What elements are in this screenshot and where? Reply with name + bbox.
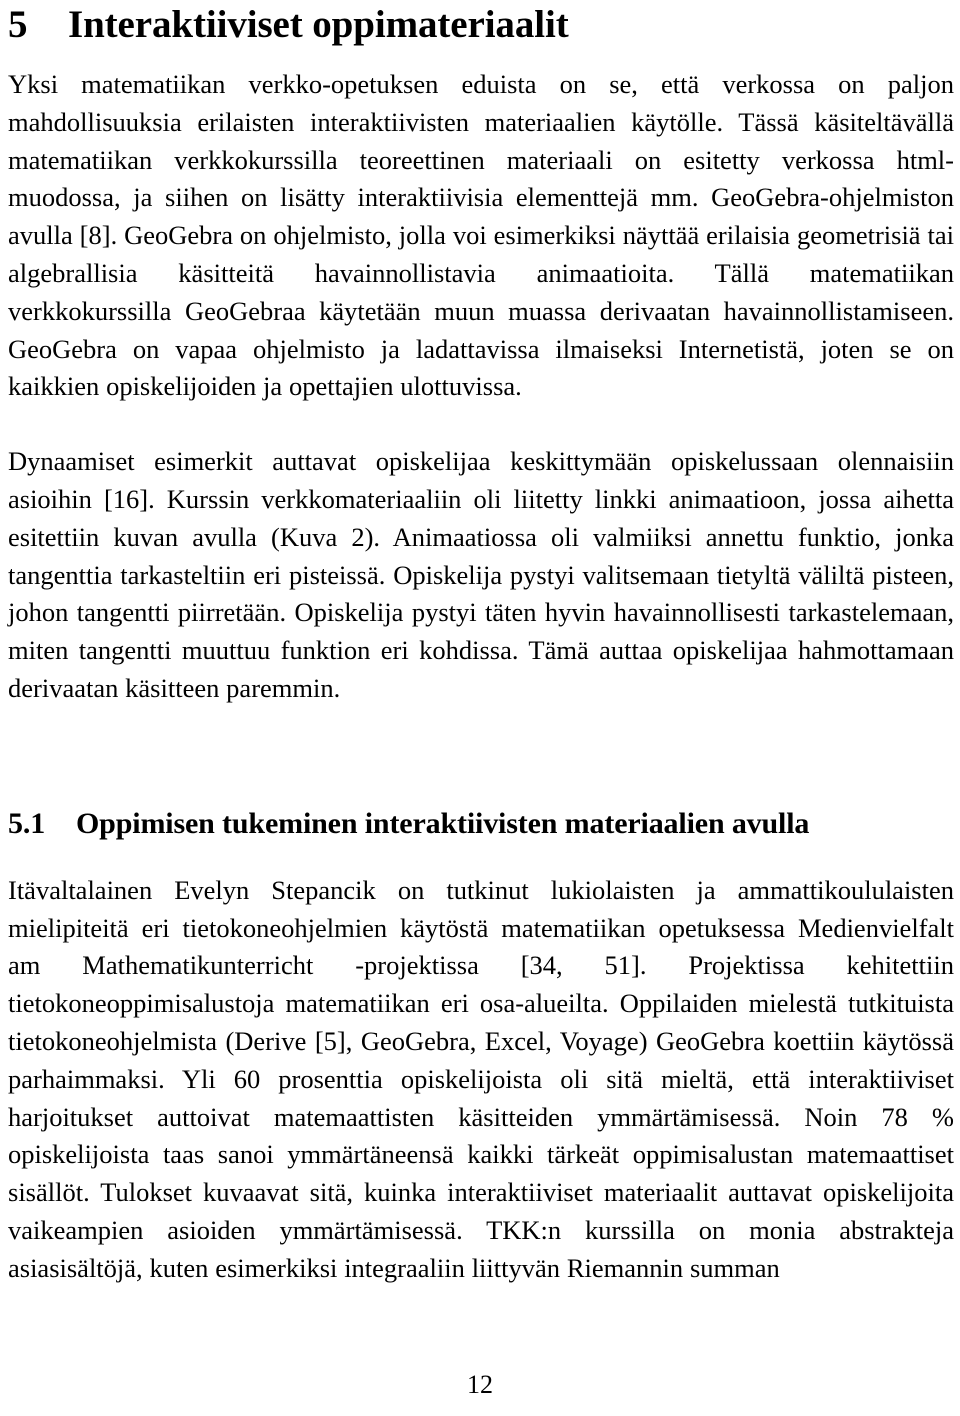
spacer-before-subsection-heading [8,708,954,804]
subsection-heading: 5.1 Oppimisen tukeminen interaktiivisten… [8,804,954,844]
paragraph-stepancik-study: Itävaltalainen Evelyn Stepancik on tutki… [8,874,954,1283]
paragraph-intro-geogebra: Yksi matematiikan verkko-opetuksen eduis… [8,69,954,402]
spacer-after-subsection-heading [8,844,954,872]
page-number: 12 [467,1370,493,1399]
paragraph-dynamic-examples: Dynaamiset esimerkit auttavat opiskelija… [8,446,954,703]
spacer-after-section-heading [8,48,954,66]
section-number: 5 [8,3,28,46]
subsection-title: Oppimisen tukeminen interaktiivisten mat… [76,806,810,840]
subsection-number: 5.1 [8,806,46,840]
section-title: Interaktiiviset oppimateriaalit [68,3,569,46]
document-page: 5 Interaktiiviset oppimateriaalit Yksi m… [0,0,960,1416]
spacer-between-paragraphs-1 [8,406,954,443]
section-heading: 5 Interaktiiviset oppimateriaalit [8,0,954,48]
